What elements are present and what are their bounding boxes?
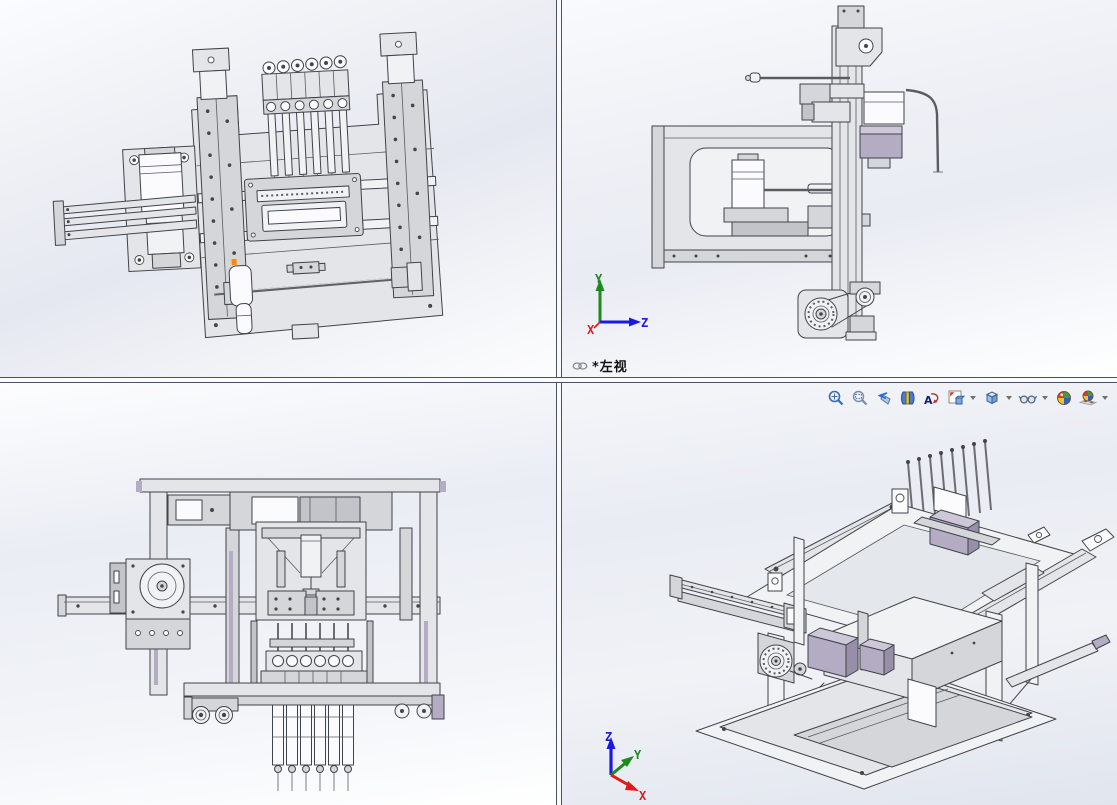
hide-show-items-dropdown-caret[interactable] [1042, 396, 1048, 400]
viewport-splitter-horizontal[interactable] [0, 377, 1117, 383]
axis-y-label: Y [634, 748, 642, 762]
back-arrow-view-icon [877, 392, 891, 405]
magnifier-area-icon [852, 390, 868, 406]
section-cut-icon [901, 391, 915, 405]
viewport-splitter-vertical[interactable] [556, 0, 562, 805]
view-orientation-label: *左视 [572, 356, 628, 375]
view-orientation-dropdown-caret[interactable] [970, 396, 976, 400]
axis-z-label: Z [641, 316, 648, 330]
rotate-a-icon: A [924, 393, 939, 407]
zoom-to-fit-button[interactable] [825, 387, 847, 409]
edit-appearance-button[interactable] [1053, 387, 1075, 409]
svg-text:A: A [924, 394, 933, 407]
link-icon [572, 361, 588, 370]
model-front-top-view [52, 31, 444, 340]
axis-x-label: X [639, 789, 647, 801]
viewport-bottom-left[interactable] [0, 383, 556, 805]
eyeglasses-icon [1018, 395, 1038, 404]
hide-show-items-button[interactable] [1017, 387, 1039, 409]
display-style-button[interactable] [981, 387, 1003, 409]
axis-y-label: Y [595, 272, 603, 286]
viewport-top-right[interactable]: Y Z X *左视 [562, 0, 1117, 377]
color-ball-icon [1057, 391, 1071, 405]
heads-up-view-toolbar: A [825, 387, 1111, 409]
axis-x-label: X [587, 323, 595, 336]
view-cube-sheet-icon [948, 390, 965, 405]
scene-ball-icon [1078, 390, 1098, 406]
viewport-top-left[interactable] [0, 0, 556, 377]
view-label-text: *左视 [592, 360, 628, 375]
selection-marker [231, 258, 237, 266]
model-front-view [57, 478, 446, 791]
magnifier-icon [828, 390, 844, 406]
display-style-dropdown-caret[interactable] [1006, 396, 1012, 400]
apply-scene-button[interactable] [1077, 387, 1099, 409]
zoom-to-area-button[interactable] [849, 387, 871, 409]
orientation-triad: Y Z X [587, 272, 648, 336]
apply-scene-dropdown-caret[interactable] [1102, 396, 1108, 400]
orientation-triad-isometric: Z Y X [605, 730, 647, 801]
previous-view-button[interactable] [873, 387, 895, 409]
graphics-area: Y Z X *左视 A Z Y X [0, 0, 1117, 805]
view-orientation-button[interactable] [945, 387, 967, 409]
section-view-button[interactable] [897, 387, 919, 409]
viewport-bottom-right[interactable]: A Z Y X [562, 383, 1117, 805]
axis-z-label: Z [605, 730, 612, 744]
dynamic-annotation-views-button[interactable]: A [921, 387, 943, 409]
shaded-cube-icon [985, 391, 999, 405]
